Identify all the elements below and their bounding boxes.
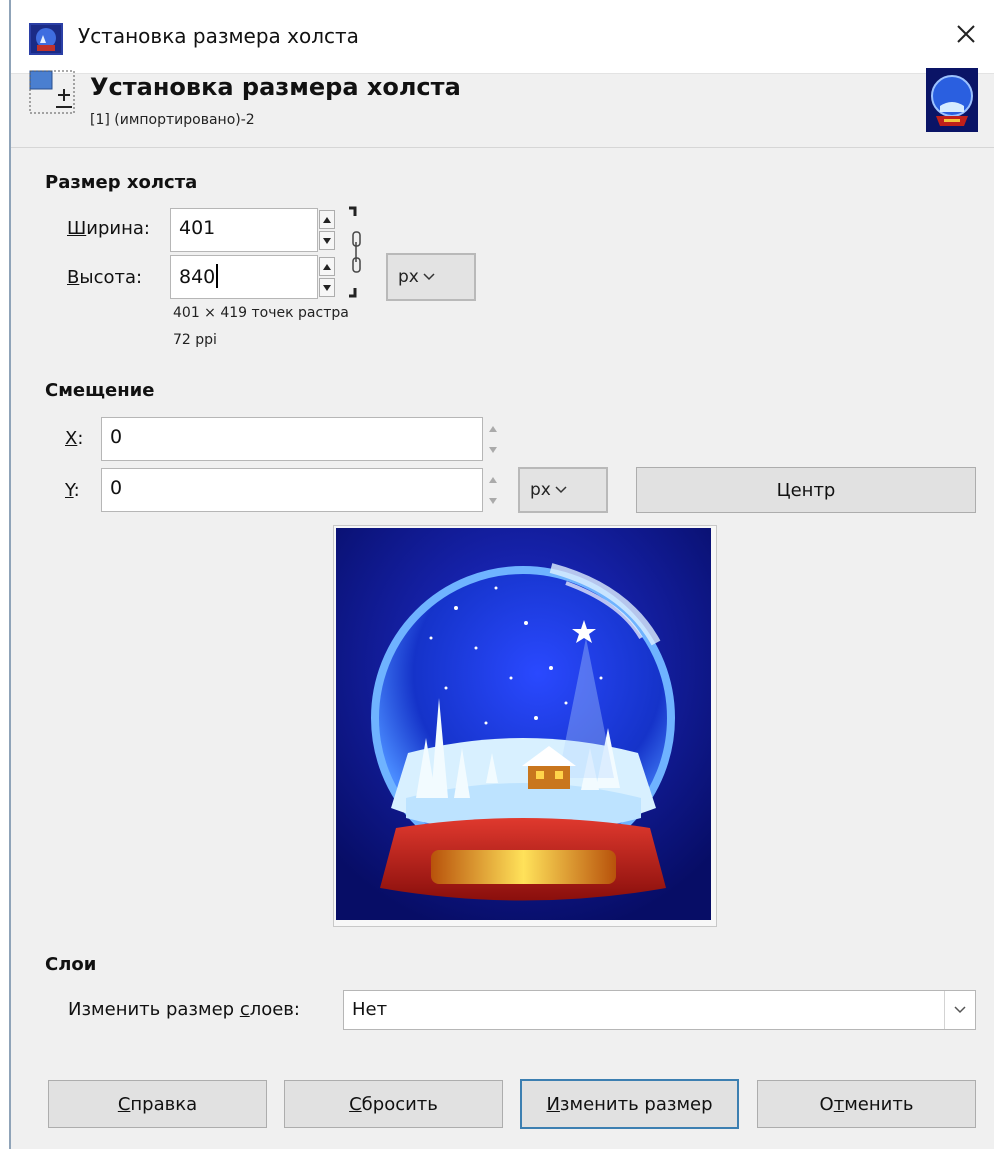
- canvas-size-icon: [29, 23, 63, 55]
- resize-layers-dropdown[interactable]: Нет: [343, 990, 976, 1030]
- canvas-size-section-title: Размер холста: [45, 172, 198, 193]
- size-unit-value: px: [398, 267, 419, 287]
- dialog-header-title: Установка размера холста: [90, 73, 461, 101]
- width-label: Ширина:: [67, 218, 150, 239]
- window-border: [9, 0, 11, 1149]
- offset-y-increment-button[interactable]: [485, 470, 501, 489]
- title-bar[interactable]: Установка размера холста: [11, 0, 994, 74]
- resize-layers-dropdown-button[interactable]: [944, 991, 975, 1029]
- offset-x-spinner[interactable]: [485, 417, 503, 461]
- height-increment-button[interactable]: [319, 257, 335, 276]
- text-cursor: [216, 264, 219, 288]
- canvas-size-dialog: Установка размера холста Установка разме…: [0, 0, 994, 1149]
- dialog-header-subtitle: [1] (импортировано)-2: [90, 112, 255, 128]
- size-pixels-info: 401 × 419 точек растра: [173, 305, 349, 321]
- desktop-edge: [0, 0, 9, 1149]
- arrow-up-icon: [489, 425, 497, 432]
- chevron-down-icon: [555, 486, 567, 494]
- close-icon[interactable]: [948, 16, 984, 52]
- width-increment-button[interactable]: [319, 210, 335, 229]
- arrow-down-icon: [489, 497, 497, 504]
- center-button[interactable]: Центр: [636, 467, 976, 513]
- offset-unit-dropdown[interactable]: px: [518, 467, 608, 513]
- arrow-up-icon: [489, 476, 497, 483]
- arrow-down-icon: [489, 446, 497, 453]
- height-label: Высота:: [67, 267, 143, 288]
- arrow-up-icon: [323, 263, 331, 270]
- width-decrement-button[interactable]: [319, 231, 335, 250]
- width-field[interactable]: 401: [170, 208, 318, 252]
- offset-unit-value: px: [530, 480, 551, 500]
- arrow-up-icon: [323, 216, 331, 223]
- arrow-down-icon: [323, 237, 331, 244]
- resize-layers-label: Изменить размер слоев:: [68, 999, 300, 1020]
- resolution-info: 72 ppi: [173, 332, 217, 348]
- chevron-down-icon: [954, 1006, 966, 1014]
- offset-section-title: Смещение: [45, 380, 155, 401]
- image-thumbnail: [926, 68, 978, 132]
- offset-y-field[interactable]: 0: [101, 468, 483, 512]
- header-separator: [11, 147, 994, 148]
- arrow-down-icon: [323, 284, 331, 291]
- canvas-preview[interactable]: [336, 528, 711, 920]
- height-decrement-button[interactable]: [319, 278, 335, 297]
- size-unit-dropdown[interactable]: px: [386, 253, 476, 301]
- reset-button[interactable]: Сбросить: [284, 1080, 503, 1128]
- chain-link-icon[interactable]: [345, 206, 371, 298]
- window-title: Установка размера холста: [78, 24, 359, 48]
- height-field[interactable]: 840: [170, 255, 318, 299]
- offset-y-spinner[interactable]: [485, 468, 503, 512]
- canvas-size-header-icon: [29, 70, 75, 114]
- layers-section-title: Слои: [45, 954, 97, 975]
- resize-button[interactable]: Изменить размер: [520, 1079, 739, 1129]
- width-spinner[interactable]: [319, 208, 337, 252]
- offset-x-field[interactable]: 0: [101, 417, 483, 461]
- offset-y-label: Y:: [65, 480, 80, 501]
- resize-layers-value: Нет: [352, 999, 388, 1020]
- offset-x-label: X:: [65, 428, 84, 449]
- chevron-down-icon: [423, 273, 435, 281]
- offset-x-decrement-button[interactable]: [485, 440, 501, 459]
- help-button[interactable]: Справка: [48, 1080, 267, 1128]
- offset-x-increment-button[interactable]: [485, 419, 501, 438]
- cancel-button[interactable]: От менить: [757, 1080, 976, 1128]
- offset-y-decrement-button[interactable]: [485, 491, 501, 510]
- height-spinner[interactable]: [319, 255, 337, 299]
